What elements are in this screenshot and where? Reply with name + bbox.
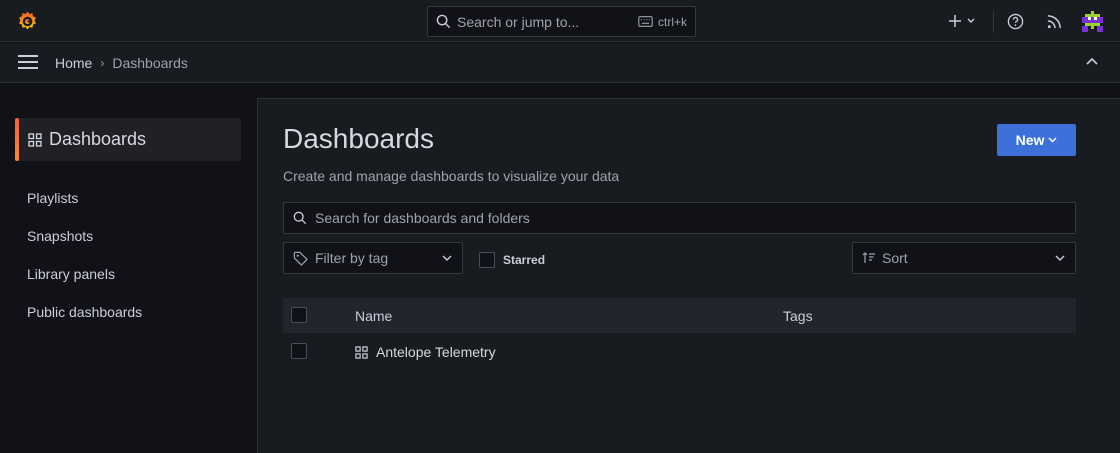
divider (993, 11, 994, 33)
breadcrumb-bar: Home › Dashboards (0, 43, 1120, 83)
section-nav-title: Dashboards (49, 129, 147, 149)
nav-item-playlists[interactable]: Playlists (27, 190, 78, 206)
dashboard-search-placeholder: Search for dashboards and folders (315, 210, 530, 226)
search-shortcut: ctrl+k (638, 15, 687, 29)
add-new-button[interactable] (947, 13, 979, 29)
table-row[interactable]: Antelope Telemetry (283, 334, 1076, 370)
tag-filter-placeholder: Filter by tag (315, 250, 389, 266)
column-header-tags: Tags (783, 308, 813, 324)
nav-item-public-dashboards[interactable]: Public dashboards (27, 304, 142, 320)
new-button-label: New (1015, 132, 1045, 148)
breadcrumb-separator: › (100, 56, 105, 70)
dashboard-link[interactable]: Antelope Telemetry (355, 344, 496, 360)
global-search[interactable]: Search or jump to... ctrl+k (427, 6, 696, 37)
column-header-name: Name (355, 308, 393, 324)
apps-icon (28, 132, 42, 147)
tag-filter-select[interactable]: Filter by tag (283, 242, 463, 274)
top-bar: Search or jump to... ctrl+k (0, 0, 1120, 42)
avatar[interactable] (1082, 11, 1103, 32)
page-subtitle: Create and manage dashboards to visualiz… (283, 168, 620, 184)
chevron-down-icon (1048, 137, 1057, 143)
section-nav-dashboards[interactable]: Dashboards (15, 118, 241, 161)
select-all-checkbox[interactable] (291, 307, 307, 323)
main-panel: Dashboards Create and manage dashboards … (257, 98, 1120, 453)
sort-label: Sort (882, 250, 908, 266)
starred-checkbox[interactable] (479, 252, 495, 268)
starred-label: Starred (503, 253, 546, 267)
help-icon[interactable] (1007, 13, 1024, 30)
rss-icon[interactable] (1046, 13, 1063, 30)
nav-item-library-panels[interactable]: Library panels (27, 266, 115, 282)
sort-select[interactable]: Sort (852, 242, 1076, 274)
active-indicator (15, 118, 19, 161)
grafana-logo[interactable] (16, 10, 39, 33)
search-icon (436, 14, 451, 29)
nav-item-snapshots[interactable]: Snapshots (27, 228, 93, 244)
search-icon (293, 211, 307, 225)
chevron-up-icon[interactable] (1086, 57, 1098, 65)
keyboard-icon (638, 16, 653, 27)
sort-icon (862, 252, 876, 264)
table-header: Name Tags (283, 298, 1076, 333)
starred-filter[interactable]: Starred (479, 252, 545, 268)
apps-icon (355, 345, 368, 359)
chevron-down-icon (1055, 255, 1065, 261)
dashboard-name: Antelope Telemetry (376, 344, 496, 360)
breadcrumb-home[interactable]: Home (55, 55, 92, 71)
chevron-down-icon (442, 255, 452, 261)
plus-icon (949, 15, 961, 27)
chevron-down-icon (967, 18, 975, 23)
menu-icon[interactable] (18, 55, 38, 69)
breadcrumb-current: Dashboards (112, 55, 188, 71)
dashboard-search-input[interactable]: Search for dashboards and folders (283, 202, 1076, 234)
breadcrumb: Home › Dashboards (55, 43, 188, 83)
search-shortcut-label: ctrl+k (657, 14, 687, 29)
page-title: Dashboards (283, 123, 434, 154)
tag-icon (293, 251, 308, 266)
global-search-placeholder: Search or jump to... (457, 13, 580, 30)
new-button[interactable]: New (997, 124, 1076, 156)
row-checkbox[interactable] (291, 343, 307, 359)
section-nav: Dashboards Playlists Snapshots Library p… (0, 84, 257, 453)
